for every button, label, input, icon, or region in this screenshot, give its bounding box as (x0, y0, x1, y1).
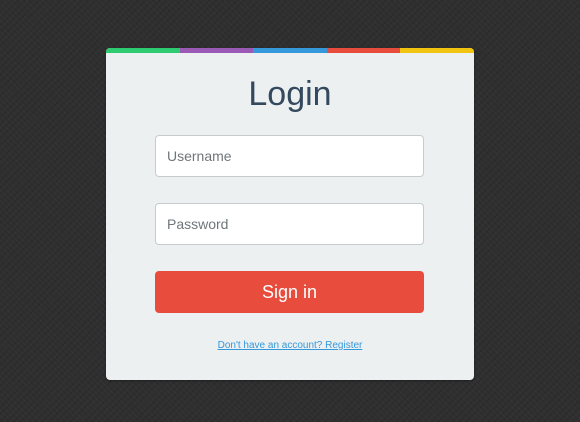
stripe-yellow (400, 48, 474, 53)
login-card: Login Sign in Don't have an account? Reg… (106, 48, 474, 380)
register-link[interactable]: Don't have an account? Register (106, 340, 474, 351)
login-title: Login (248, 75, 332, 113)
password-input[interactable] (155, 203, 424, 245)
stripe-green (106, 48, 180, 53)
sign-in-button[interactable]: Sign in (155, 271, 424, 313)
color-stripe (106, 48, 474, 53)
stripe-blue (253, 48, 327, 53)
stripe-purple (179, 48, 254, 53)
stripe-red (326, 48, 401, 53)
username-input[interactable] (155, 135, 424, 177)
